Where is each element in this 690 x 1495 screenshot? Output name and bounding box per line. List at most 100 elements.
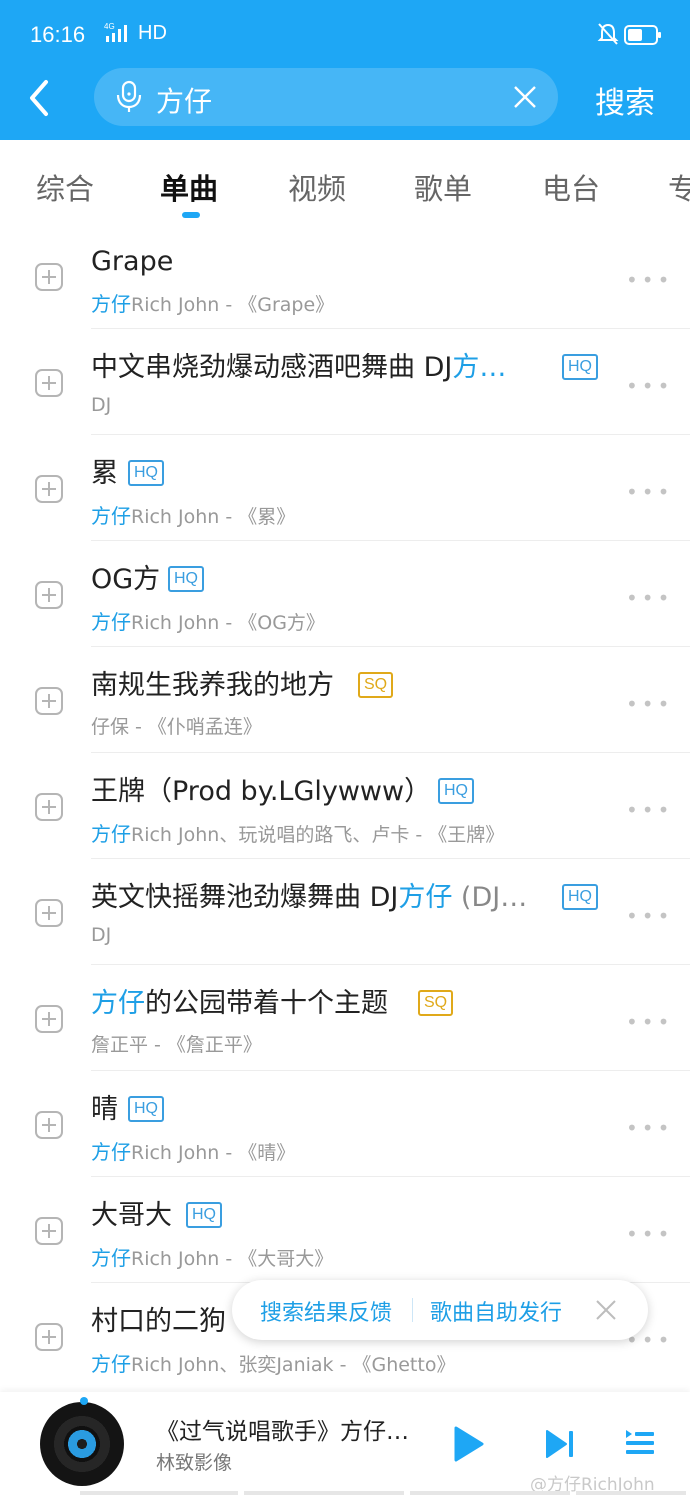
add-icon[interactable]: [35, 687, 63, 715]
app-header: 16:16 4G HD 方仔 搜索: [0, 0, 690, 140]
status-time: 16:16: [30, 22, 86, 47]
song-title: Grape: [91, 246, 174, 277]
close-icon[interactable]: [594, 1298, 618, 1322]
hq-badge: HQ: [168, 566, 204, 592]
add-icon[interactable]: [35, 369, 63, 397]
more-icon[interactable]: •••: [626, 1010, 673, 1034]
mini-player[interactable]: 《过气说唱歌手》方仔… 林致影像 @方仔RichJohn: [0, 1392, 690, 1495]
result-tabs: 综合 单曲 视频 歌单 电台 专: [0, 140, 690, 232]
hq-badge: HQ: [128, 460, 164, 486]
progress-segment: [80, 1491, 238, 1495]
song-row[interactable]: 累 HQ 方仔Rich John - 《累》 •••: [0, 434, 690, 541]
signal-icon: 4G: [104, 22, 127, 42]
search-button[interactable]: 搜索: [595, 78, 655, 122]
song-row[interactable]: 晴 HQ 方仔Rich John - 《晴》 •••: [0, 1070, 690, 1177]
more-icon[interactable]: •••: [626, 268, 673, 292]
add-icon[interactable]: [35, 1005, 63, 1033]
song-subtitle: 方仔Rich John - 《累》: [91, 504, 296, 528]
search-input[interactable]: 方仔: [156, 80, 212, 120]
search-box[interactable]: 方仔: [94, 68, 558, 126]
song-title: 村口的二狗: [91, 1306, 226, 1337]
play-icon[interactable]: [450, 1424, 486, 1464]
add-icon[interactable]: [35, 1323, 63, 1351]
more-icon[interactable]: •••: [626, 586, 673, 610]
song-subtitle: 方仔Rich John - 《Grape》: [91, 292, 335, 316]
divider: [412, 1298, 413, 1322]
song-title: 王牌（Prod by.LGlywww）: [91, 776, 432, 807]
add-icon[interactable]: [35, 1111, 63, 1139]
more-icon[interactable]: •••: [626, 692, 673, 716]
clear-icon[interactable]: [512, 84, 538, 110]
song-title: 方仔的公园带着十个主题: [91, 988, 388, 1019]
tab-playlists[interactable]: 歌单: [414, 166, 472, 208]
song-subtitle: 方仔Rich John - 《晴》: [91, 1140, 296, 1164]
song-row[interactable]: OG方 HQ 方仔Rich John - 《OG方》 •••: [0, 540, 690, 647]
back-icon[interactable]: [22, 76, 62, 120]
more-icon[interactable]: •••: [626, 798, 673, 822]
progress-segment: [576, 1491, 686, 1495]
song-row[interactable]: 南规生我养我的地方 SQ 仔保 - 《仆哨孟连》 •••: [0, 646, 690, 753]
tab-radio[interactable]: 电台: [542, 166, 600, 208]
more-icon[interactable]: •••: [626, 904, 673, 928]
song-title: 累: [91, 458, 118, 489]
song-title: 大哥大: [91, 1200, 172, 1231]
progress-dot: [80, 1397, 88, 1405]
song-row[interactable]: Grape 方仔Rich John - 《Grape》 •••: [0, 222, 690, 329]
song-subtitle: 詹正平 - 《詹正平》: [91, 1034, 262, 1056]
song-title: 英文快摇舞池劲爆舞曲 DJ方仔 (DJ…: [91, 882, 528, 913]
playlist-icon[interactable]: [624, 1428, 656, 1458]
tab-songs[interactable]: 单曲: [160, 166, 218, 208]
add-icon[interactable]: [35, 899, 63, 927]
song-subtitle: 仔保 - 《仆哨孟连》: [91, 716, 262, 738]
song-row[interactable]: 英文快摇舞池劲爆舞曲 DJ方仔 (DJ… HQ DJ •••: [0, 858, 690, 965]
now-playing-artist: 林致影像: [156, 1452, 233, 1474]
tab-all[interactable]: 综合: [36, 166, 94, 208]
now-playing-title[interactable]: 《过气说唱歌手》方仔…: [156, 1412, 428, 1446]
add-icon[interactable]: [35, 1217, 63, 1245]
add-icon[interactable]: [35, 475, 63, 503]
album-disc-icon[interactable]: [40, 1402, 124, 1486]
song-row[interactable]: 王牌（Prod by.LGlywww） HQ 方仔Rich John、玩说唱的路…: [0, 752, 690, 859]
hq-badge: HQ: [186, 1202, 222, 1228]
battery-icon: [624, 25, 661, 45]
tab-videos[interactable]: 视频: [288, 166, 346, 208]
progress-segment: [410, 1491, 570, 1495]
add-icon[interactable]: [35, 263, 63, 291]
self-release-link[interactable]: 歌曲自助发行: [430, 1295, 562, 1327]
song-subtitle: 方仔Rich John - 《大哥大》: [91, 1246, 334, 1270]
feedback-bar: 搜索结果反馈 歌曲自助发行: [232, 1280, 648, 1340]
song-title: 晴: [91, 1094, 118, 1125]
tab-albums[interactable]: 专: [668, 166, 690, 208]
song-row[interactable]: 大哥大 HQ 方仔Rich John - 《大哥大》 •••: [0, 1176, 690, 1283]
hq-badge: HQ: [438, 778, 474, 804]
mute-bell-icon: [597, 23, 619, 45]
song-row[interactable]: 方仔的公园带着十个主题 SQ 詹正平 - 《詹正平》 •••: [0, 964, 690, 1071]
song-title: 中文串烧劲爆动感酒吧舞曲 DJ方…: [91, 352, 507, 383]
voice-mic-icon[interactable]: [114, 80, 144, 114]
song-title: 南规生我养我的地方: [91, 670, 334, 701]
next-track-icon[interactable]: [544, 1428, 576, 1460]
add-icon[interactable]: [35, 581, 63, 609]
status-bar: 16:16 4G HD: [0, 0, 690, 70]
more-icon[interactable]: •••: [626, 1222, 673, 1246]
hq-badge: HQ: [128, 1096, 164, 1122]
more-icon[interactable]: •••: [626, 1116, 673, 1140]
hq-badge: HQ: [562, 884, 598, 910]
song-subtitle: 方仔Rich John、张奕Janiak - 《Ghetto》: [91, 1352, 456, 1376]
progress-segment: [244, 1491, 404, 1495]
add-icon[interactable]: [35, 793, 63, 821]
active-tab-indicator: [182, 212, 200, 218]
song-title: OG方: [91, 564, 161, 595]
song-row[interactable]: 中文串烧劲爆动感酒吧舞曲 DJ方… HQ DJ •••: [0, 328, 690, 435]
more-icon[interactable]: •••: [626, 480, 673, 504]
hq-badge: HQ: [562, 354, 598, 380]
search-feedback-link[interactable]: 搜索结果反馈: [260, 1295, 392, 1327]
svg-text:4G: 4G: [104, 22, 115, 31]
song-subtitle: 方仔Rich John、玩说唱的路飞、卢卡 - 《王牌》: [91, 822, 505, 846]
song-subtitle: DJ: [91, 394, 112, 416]
song-subtitle: DJ: [91, 924, 112, 946]
sq-badge: SQ: [418, 990, 454, 1016]
more-icon[interactable]: •••: [626, 374, 673, 398]
hd-indicator: HD: [138, 22, 167, 44]
sq-badge: SQ: [358, 672, 394, 698]
